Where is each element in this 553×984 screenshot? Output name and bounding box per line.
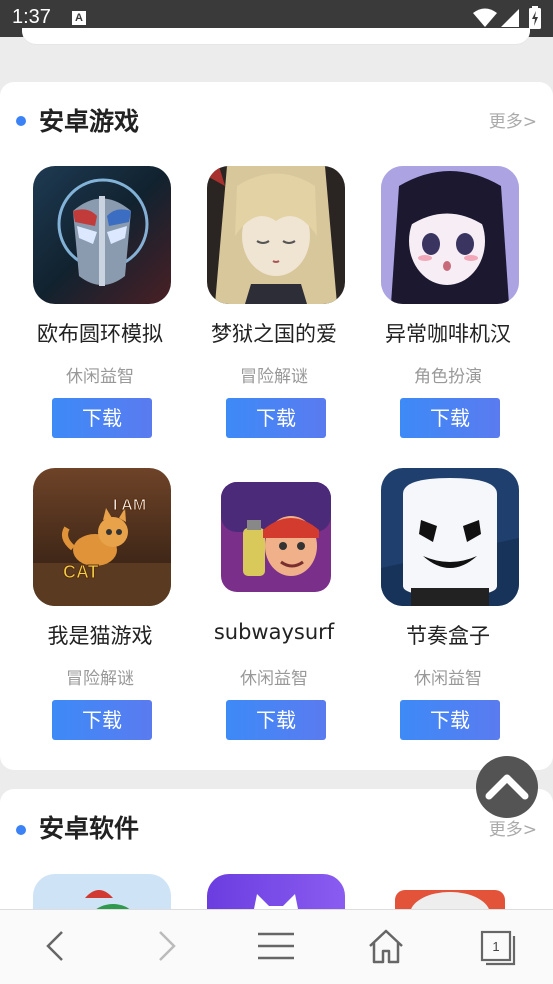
back-to-top-button[interactable] bbox=[476, 756, 538, 818]
app-item[interactable]: 节奏盒子 休闲益智 下载 bbox=[361, 468, 535, 758]
tabs-icon: 1 bbox=[480, 930, 516, 966]
download-button[interactable]: 下载 bbox=[400, 398, 500, 438]
back-button[interactable] bbox=[34, 924, 78, 968]
anime-girl-dark-hair-icon[interactable] bbox=[381, 166, 519, 304]
ultraman-mask-icon[interactable] bbox=[33, 166, 171, 304]
app-item[interactable]: subwaysurf 休闲益智 下载 bbox=[187, 468, 361, 758]
anime-girl-blonde-icon[interactable] bbox=[207, 166, 345, 304]
app-category: 角色扮演 bbox=[414, 367, 482, 387]
subway-surf-icon[interactable] bbox=[207, 468, 345, 606]
section-title: 安卓游戏 bbox=[39, 107, 140, 136]
forward-button[interactable] bbox=[144, 924, 188, 968]
app-category: 休闲益智 bbox=[66, 367, 134, 387]
home-icon bbox=[369, 929, 403, 964]
app-name: subwaysurf bbox=[213, 620, 335, 644]
more-link[interactable]: 更多> bbox=[489, 107, 537, 132]
menu-button[interactable] bbox=[254, 924, 298, 968]
previous-card-bottom bbox=[22, 28, 530, 44]
notification-icon: A bbox=[72, 11, 86, 25]
chevron-up-icon bbox=[485, 774, 529, 800]
android-games-section: 安卓游戏 更多> 欧布圆环模拟 休闲益智 下载 梦狱之国的爱 冒险解谜 下载 异… bbox=[0, 82, 553, 770]
marshmello-icon[interactable] bbox=[381, 468, 519, 606]
signal-icon bbox=[501, 9, 519, 27]
svg-text:CAT: CAT bbox=[63, 562, 99, 582]
cat-game-icon[interactable]: I AM CAT bbox=[33, 468, 171, 606]
download-button[interactable]: 下载 bbox=[52, 700, 152, 740]
download-button[interactable]: 下载 bbox=[52, 398, 152, 438]
app-name: 梦狱之国的爱 bbox=[211, 322, 337, 346]
tabs-button[interactable]: 1 bbox=[474, 924, 518, 968]
menu-icon bbox=[258, 932, 294, 960]
app-item[interactable]: 梦狱之国的爱 冒险解谜 下载 bbox=[187, 166, 361, 456]
download-button[interactable]: 下载 bbox=[226, 398, 326, 438]
app-category: 休闲益智 bbox=[414, 669, 482, 689]
app-category: 休闲益智 bbox=[240, 669, 308, 689]
section-title: 安卓软件 bbox=[39, 814, 140, 843]
app-item[interactable]: 异常咖啡机汉 角色扮演 下载 bbox=[361, 166, 535, 456]
chevron-right-icon bbox=[159, 931, 176, 961]
download-button[interactable]: 下载 bbox=[226, 700, 326, 740]
app-name: 异常咖啡机汉 bbox=[385, 322, 511, 346]
home-button[interactable] bbox=[364, 924, 408, 968]
svg-text:I AM: I AM bbox=[113, 497, 146, 514]
app-item[interactable]: 欧布圆环模拟 休闲益智 下载 bbox=[13, 166, 187, 456]
more-link[interactable]: 更多> bbox=[489, 815, 537, 840]
tab-count: 1 bbox=[492, 939, 499, 954]
battery-icon bbox=[529, 6, 541, 29]
section-dot bbox=[16, 116, 26, 126]
app-item[interactable]: I AM CAT 我是猫游戏 冒险解谜 下载 bbox=[13, 468, 187, 758]
app-category: 冒险解谜 bbox=[240, 367, 308, 387]
app-category: 冒险解谜 bbox=[66, 669, 134, 689]
chevron-left-icon bbox=[46, 931, 63, 961]
status-time: 1:37 bbox=[12, 6, 51, 28]
section-header: 安卓游戏 更多> bbox=[0, 82, 553, 162]
wifi-icon bbox=[473, 8, 497, 27]
app-name: 欧布圆环模拟 bbox=[37, 322, 163, 346]
app-name: 节奏盒子 bbox=[406, 624, 490, 648]
android-software-section: 安卓软件 更多> bbox=[0, 789, 553, 929]
app-name: 我是猫游戏 bbox=[47, 624, 153, 648]
section-dot bbox=[16, 825, 26, 835]
download-button[interactable]: 下载 bbox=[400, 700, 500, 740]
bottom-navigation: 1 bbox=[0, 909, 553, 984]
